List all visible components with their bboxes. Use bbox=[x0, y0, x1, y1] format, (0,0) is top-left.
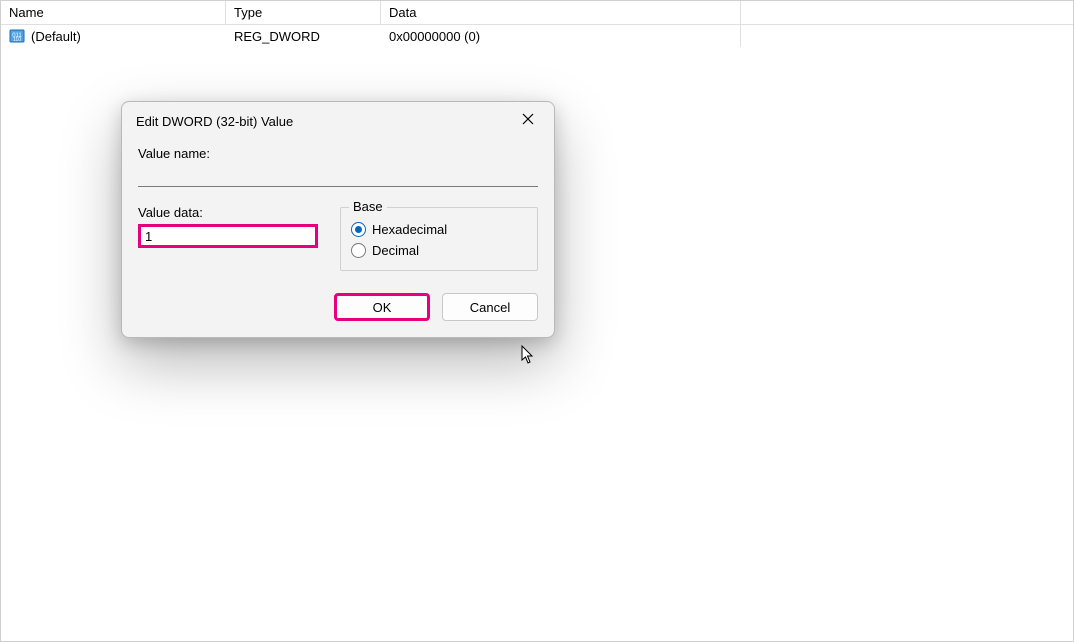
svg-text:110: 110 bbox=[13, 37, 21, 43]
value-data-input[interactable] bbox=[138, 224, 318, 248]
registry-dword-icon: 011 110 bbox=[9, 28, 25, 44]
header-data[interactable]: Data bbox=[381, 1, 741, 24]
value-name-input[interactable] bbox=[138, 165, 538, 187]
radio-dec-label: Decimal bbox=[372, 243, 419, 258]
cancel-button[interactable]: Cancel bbox=[442, 293, 538, 321]
table-row[interactable]: 011 110 (Default) REG_DWORD 0x00000000 (… bbox=[1, 25, 1073, 47]
ok-button[interactable]: OK bbox=[334, 293, 430, 321]
base-legend: Base bbox=[349, 199, 387, 214]
dialog-title: Edit DWORD (32-bit) Value bbox=[136, 114, 293, 129]
radio-decimal[interactable]: Decimal bbox=[351, 243, 527, 258]
close-button[interactable] bbox=[512, 107, 544, 135]
edit-dword-dialog: Edit DWORD (32-bit) Value Value name: Va… bbox=[121, 101, 555, 338]
registry-value-list: Name Type Data 011 110 (Default) REG_DWO… bbox=[1, 1, 1073, 47]
radio-icon bbox=[351, 243, 366, 258]
base-group: Base Hexadecimal Decimal bbox=[340, 207, 538, 271]
value-data-label: Value data: bbox=[138, 205, 318, 220]
header-type[interactable]: Type bbox=[226, 1, 381, 24]
radio-hex-label: Hexadecimal bbox=[372, 222, 447, 237]
close-icon bbox=[522, 112, 534, 130]
table-header: Name Type Data bbox=[1, 1, 1073, 25]
header-name[interactable]: Name bbox=[1, 1, 226, 24]
radio-hexadecimal[interactable]: Hexadecimal bbox=[351, 222, 527, 237]
row-type: REG_DWORD bbox=[226, 25, 381, 47]
radio-icon bbox=[351, 222, 366, 237]
row-data: 0x00000000 (0) bbox=[381, 25, 741, 47]
value-name-label: Value name: bbox=[138, 146, 538, 161]
dialog-titlebar[interactable]: Edit DWORD (32-bit) Value bbox=[122, 102, 554, 140]
row-name: (Default) bbox=[31, 29, 81, 44]
mouse-cursor-icon bbox=[521, 345, 535, 365]
